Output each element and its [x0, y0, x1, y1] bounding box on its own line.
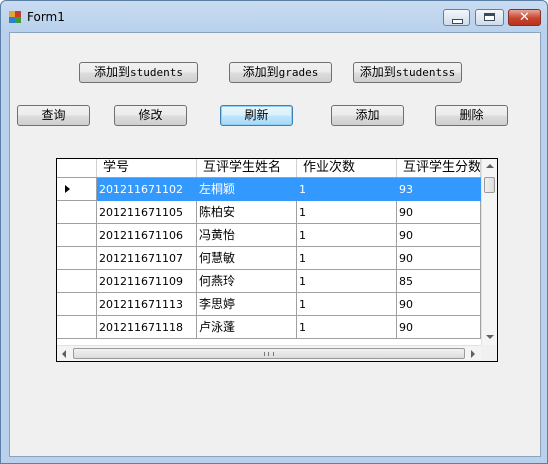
button-label-suffix: studentss [395, 66, 456, 79]
horizontal-scrollbar[interactable] [57, 345, 481, 361]
table-row[interactable]: 201211671102 左桐颖 1 93 [97, 178, 481, 201]
cell-student-id[interactable]: 201211671102 [97, 178, 197, 201]
add-to-students-button[interactable]: 添加到students [79, 62, 198, 83]
cell-assignment-count[interactable]: 1 [297, 293, 397, 316]
cell-student-id[interactable]: 201211671105 [97, 201, 197, 224]
cell-peer-name[interactable]: 卢泳蓬 [197, 316, 297, 339]
title-bar[interactable]: Form1 ✕ [1, 1, 547, 33]
grid-header: 学号 互评学生姓名 作业次数 互评学生分数 [57, 159, 481, 178]
cell-peer-name[interactable]: 何慧敏 [197, 247, 297, 270]
scroll-left-icon[interactable] [62, 350, 66, 358]
column-header-peer-score[interactable]: 互评学生分数 [397, 159, 481, 177]
row-header[interactable] [57, 201, 97, 224]
close-button[interactable]: ✕ [508, 9, 541, 26]
close-icon: ✕ [519, 10, 530, 25]
cell-peer-name[interactable]: 何燕玲 [197, 270, 297, 293]
add-to-studentss-button[interactable]: 添加到studentss [353, 62, 462, 83]
cell-assignment-count[interactable]: 1 [297, 247, 397, 270]
cell-peer-name[interactable]: 冯黄怡 [197, 224, 297, 247]
cell-student-id[interactable]: 201211671118 [97, 316, 197, 339]
column-header-student-id[interactable]: 学号 [97, 159, 197, 177]
maximize-icon [484, 13, 495, 21]
table-row[interactable]: 201211671106 冯黄怡 1 90 [97, 224, 481, 247]
cell-student-id[interactable]: 201211671107 [97, 247, 197, 270]
column-header-peer-name[interactable]: 互评学生姓名 [197, 159, 297, 177]
cell-peer-score[interactable]: 90 [397, 201, 481, 224]
row-header[interactable] [57, 293, 97, 316]
row-header[interactable] [57, 247, 97, 270]
scroll-down-icon[interactable] [486, 335, 494, 339]
button-label-suffix: grades [278, 66, 319, 79]
cell-assignment-count[interactable]: 1 [297, 270, 397, 293]
maximize-button[interactable] [475, 9, 504, 26]
table-row[interactable]: 201211671109 何燕玲 1 85 [97, 270, 481, 293]
header-corner [57, 159, 97, 177]
cell-assignment-count[interactable]: 1 [297, 316, 397, 339]
modify-button[interactable]: 修改 [114, 105, 187, 126]
delete-button[interactable]: 删除 [435, 105, 508, 126]
table-row[interactable]: 201211671107 何慧敏 1 90 [97, 247, 481, 270]
row-header[interactable] [57, 270, 97, 293]
button-label-prefix: 添加到 [94, 65, 131, 79]
query-button[interactable]: 查询 [17, 105, 90, 126]
row-header[interactable] [57, 224, 97, 247]
table-row[interactable]: 201211671113 李思婷 1 90 [97, 293, 481, 316]
scroll-up-icon[interactable] [486, 164, 494, 168]
vertical-scrollbar[interactable] [481, 159, 497, 345]
button-label-prefix: 添加到 [242, 65, 279, 79]
cell-peer-score[interactable]: 93 [397, 178, 481, 201]
cell-student-id[interactable]: 201211671109 [97, 270, 197, 293]
app-icon [9, 11, 21, 23]
scroll-corner [481, 345, 497, 361]
cell-assignment-count[interactable]: 1 [297, 224, 397, 247]
table-row[interactable]: 201211671105 陈柏安 1 90 [97, 201, 481, 224]
row-header[interactable] [57, 316, 97, 339]
cell-peer-name[interactable]: 左桐颖 [197, 178, 297, 201]
row-header[interactable] [57, 178, 97, 201]
minimize-button[interactable] [443, 9, 470, 26]
cell-peer-score[interactable]: 85 [397, 270, 481, 293]
horizontal-scroll-thumb[interactable] [73, 348, 465, 359]
cell-student-id[interactable]: 201211671113 [97, 293, 197, 316]
cell-assignment-count[interactable]: 1 [297, 178, 397, 201]
minimize-icon [452, 19, 463, 24]
cell-peer-name[interactable]: 陈柏安 [197, 201, 297, 224]
scroll-grip-icon [264, 352, 274, 356]
table-row[interactable]: 201211671118 卢泳蓬 1 90 [97, 316, 481, 339]
scroll-right-icon[interactable] [471, 350, 475, 358]
cell-peer-score[interactable]: 90 [397, 224, 481, 247]
cell-peer-score[interactable]: 90 [397, 247, 481, 270]
window-title: Form1 [27, 10, 65, 24]
cell-student-id[interactable]: 201211671106 [97, 224, 197, 247]
add-button[interactable]: 添加 [331, 105, 404, 126]
button-label-suffix: students [130, 66, 183, 79]
current-row-arrow-icon [65, 185, 70, 193]
cell-assignment-count[interactable]: 1 [297, 201, 397, 224]
cell-peer-name[interactable]: 李思婷 [197, 293, 297, 316]
cell-peer-score[interactable]: 90 [397, 293, 481, 316]
data-grid[interactable]: 学号 互评学生姓名 作业次数 互评学生分数 201211671102 左桐颖 1 93… [56, 158, 498, 362]
button-label-prefix: 添加到 [359, 65, 396, 79]
add-to-grades-button[interactable]: 添加到grades [229, 62, 332, 83]
column-header-assignment-count[interactable]: 作业次数 [297, 159, 397, 177]
vertical-scroll-thumb[interactable] [484, 177, 495, 193]
cell-peer-score[interactable]: 90 [397, 316, 481, 339]
refresh-button[interactable]: 刷新 [220, 105, 293, 126]
